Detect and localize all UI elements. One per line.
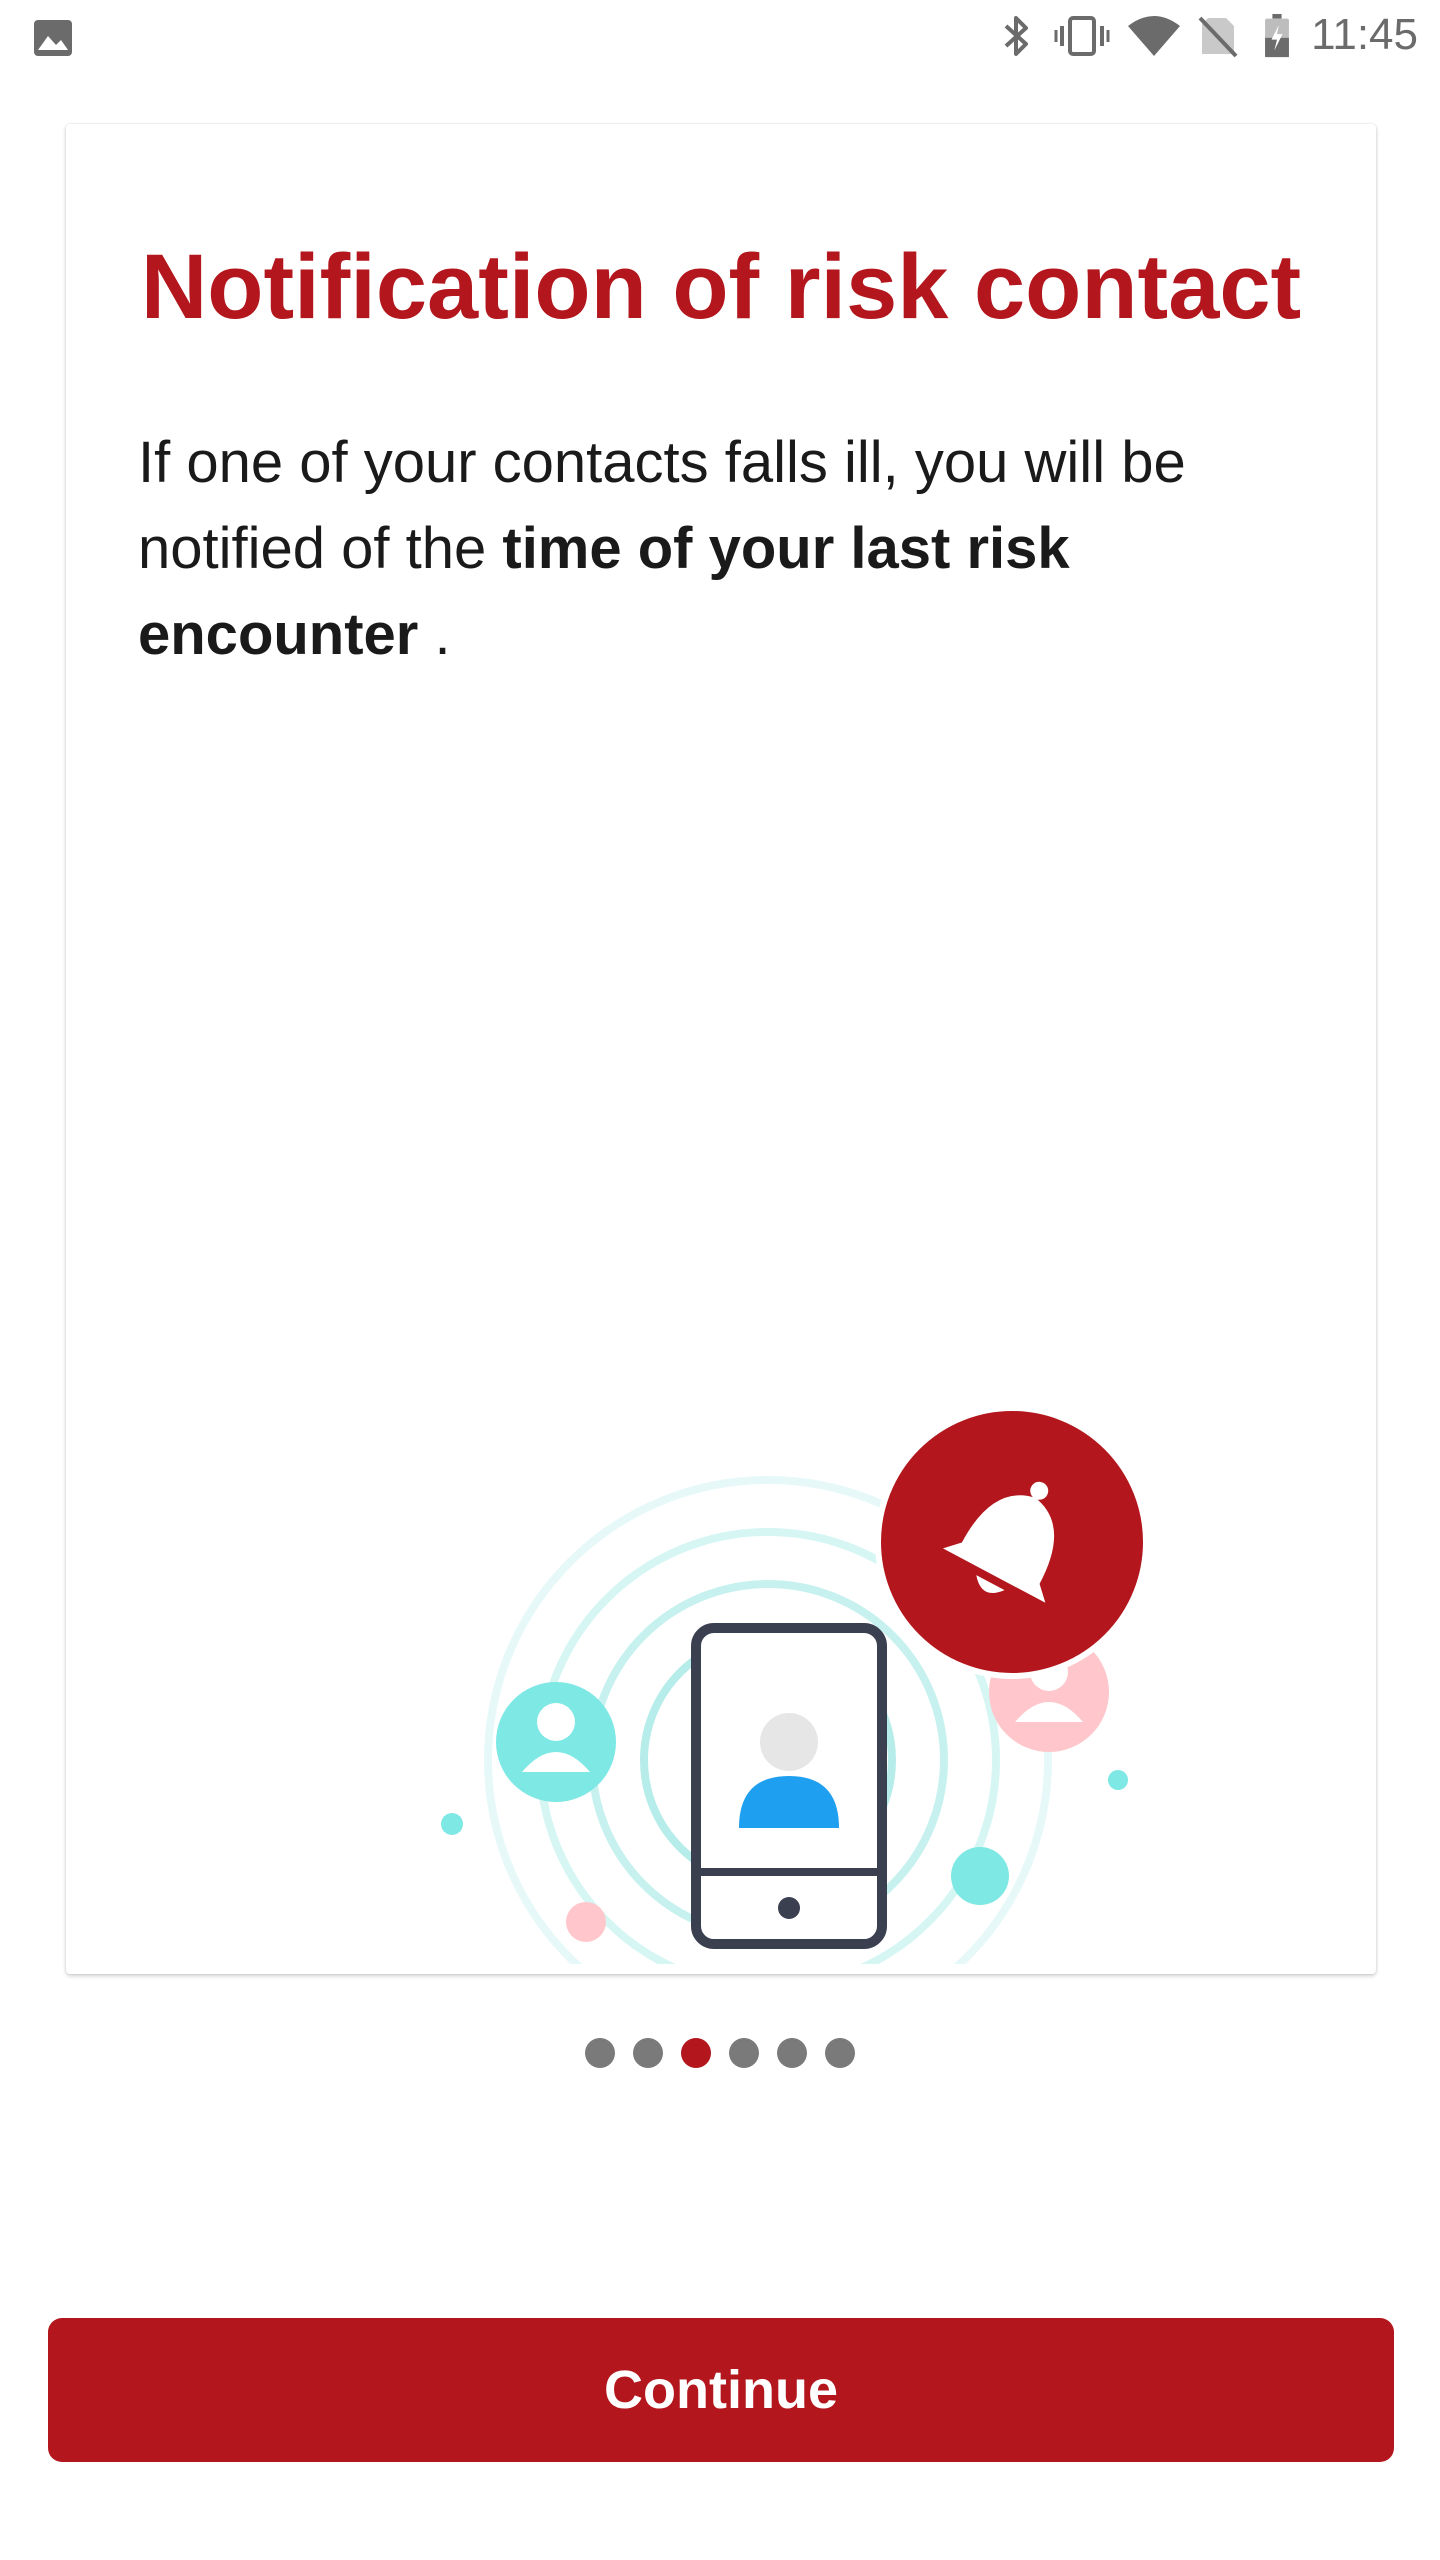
description-end: . bbox=[418, 602, 451, 667]
page-dot-4[interactable] bbox=[729, 2038, 759, 2068]
wifi-icon bbox=[1128, 16, 1180, 56]
decor-dot bbox=[566, 1902, 606, 1942]
battery-charging-icon bbox=[1265, 14, 1289, 58]
status-bar: 11:45 bbox=[0, 0, 1440, 72]
contact-avatar-icon bbox=[496, 1682, 616, 1802]
page-dot-5[interactable] bbox=[777, 2038, 807, 2068]
status-time: 11:45 bbox=[1311, 10, 1418, 59]
vibrate-icon bbox=[1054, 16, 1110, 56]
continue-button[interactable]: Continue bbox=[48, 2318, 1394, 2462]
page-title: Notification of risk contact bbox=[140, 236, 1302, 338]
page-dot-1[interactable] bbox=[585, 2038, 615, 2068]
bell-icon bbox=[875, 1405, 1149, 1679]
decor-dot bbox=[951, 1847, 1009, 1905]
page-indicator bbox=[0, 2038, 1440, 2074]
page-dot-6[interactable] bbox=[825, 2038, 855, 2068]
page-dot-3-active[interactable] bbox=[681, 2038, 711, 2068]
bluetooth-icon bbox=[1004, 16, 1028, 56]
risk-contact-illustration bbox=[441, 1405, 1149, 1964]
decor-dot bbox=[441, 1813, 463, 1835]
card-description: If one of your contacts falls ill, you w… bbox=[138, 420, 1198, 678]
no-sim-icon bbox=[1198, 16, 1238, 58]
gallery-icon bbox=[34, 20, 72, 56]
decor-dot bbox=[1108, 1770, 1128, 1790]
phone-icon bbox=[691, 1623, 887, 1949]
page-dot-2[interactable] bbox=[633, 2038, 663, 2068]
onboarding-card: Notification of risk contact If one of y… bbox=[66, 124, 1376, 1974]
